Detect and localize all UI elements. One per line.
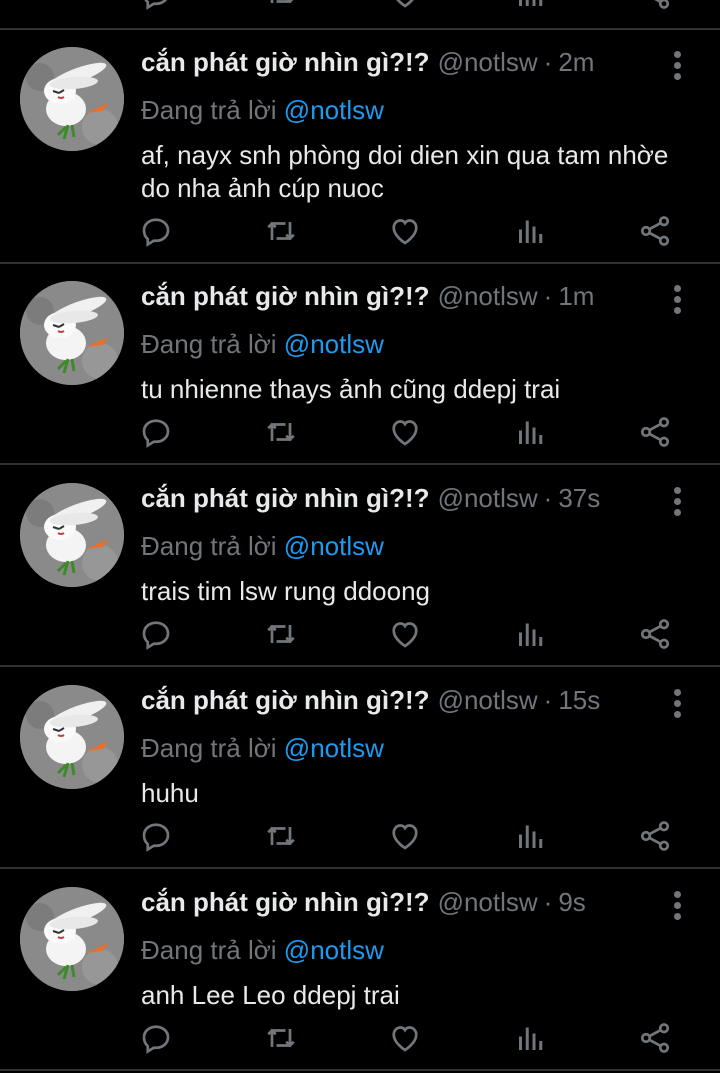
handle[interactable]: @notlsw (438, 887, 538, 918)
separator: · (543, 281, 553, 311)
share-icon[interactable] (637, 616, 673, 652)
timestamp[interactable]: 37s (558, 483, 600, 514)
reply-icon[interactable] (138, 1020, 174, 1056)
timestamp[interactable]: 15s (558, 685, 600, 716)
separator: · (543, 685, 553, 715)
views-icon[interactable] (513, 616, 549, 652)
more-options-icon[interactable] (668, 689, 688, 723)
reply-label: Đang trả lời (141, 733, 277, 763)
replying-to: Đang trả lời @notlsw (141, 733, 384, 764)
tweet-header: cắn phát giờ nhìn gì?!? @notlsw · 1m (141, 281, 594, 315)
tweet[interactable]: cắn phát giờ nhìn gì?!? @notlsw · 37s Đa… (0, 465, 720, 665)
avatar[interactable] (20, 887, 124, 991)
tweet[interactable]: cắn phát giờ nhìn gì?!? @notlsw · 15s Đa… (0, 667, 720, 867)
avatar[interactable] (20, 47, 124, 151)
timestamp[interactable]: 2m (558, 47, 594, 78)
reply-to-handle[interactable]: @notlsw (284, 531, 384, 561)
more-options-icon[interactable] (668, 487, 688, 521)
divider (0, 1069, 720, 1071)
like-icon[interactable] (387, 1020, 423, 1056)
handle[interactable]: @notlsw (438, 685, 538, 716)
display-name[interactable]: cắn phát giờ nhìn gì?!? (141, 887, 430, 918)
reply-icon[interactable] (138, 414, 174, 450)
separator: · (543, 887, 553, 917)
tweet[interactable]: cắn phát giờ nhìn gì?!? @notlsw · 1m Đan… (0, 263, 720, 463)
separator: · (543, 483, 553, 513)
avatar[interactable] (20, 685, 124, 789)
tweet-header: cắn phát giờ nhìn gì?!? @notlsw · 37s (141, 483, 600, 517)
tweet[interactable]: cắn phát giờ nhìn gì?!? @notlsw · 9s Đan… (0, 869, 720, 1069)
share-icon[interactable] (637, 213, 673, 249)
retweet-icon[interactable] (263, 616, 299, 652)
reply-label: Đang trả lời (141, 95, 277, 125)
tweet-text: trais tim lsw rung ddoong (141, 576, 431, 606)
like-icon[interactable] (387, 616, 423, 652)
reply-to-handle[interactable]: @notlsw (284, 329, 384, 359)
timeline-feed: cắn phát giờ nhìn gì?!? @notlsw · 2m Đan… (0, 0, 720, 1073)
like-icon[interactable] (387, 414, 423, 450)
reply-to-handle[interactable]: @notlsw (284, 733, 384, 763)
tweet-text: huhu (141, 778, 199, 808)
display-name[interactable]: cắn phát giờ nhìn gì?!? (141, 685, 430, 716)
more-options-icon[interactable] (668, 51, 688, 85)
tweet-text: tu nhienne thays ảnh cũng ddepj trai (141, 374, 561, 404)
retweet-icon[interactable] (263, 1020, 299, 1056)
reply-label: Đang trả lời (141, 329, 277, 359)
timestamp[interactable]: 9s (558, 887, 585, 918)
like-icon[interactable] (387, 213, 423, 249)
tweet-actions (0, 414, 720, 454)
like-icon[interactable] (387, 0, 423, 12)
tweet-text: anh Lee Leo ddepj trai (141, 980, 400, 1010)
retweet-icon[interactable] (263, 213, 299, 249)
timestamp[interactable]: 1m (558, 281, 594, 312)
replying-to: Đang trả lời @notlsw (141, 935, 384, 966)
views-icon[interactable] (513, 1020, 549, 1056)
tweet-text: af, nayx snh phòng doi dien xin qua tam … (141, 140, 669, 203)
separator: · (543, 47, 553, 77)
like-icon[interactable] (387, 818, 423, 854)
share-icon[interactable] (637, 1020, 673, 1056)
reply-label: Đang trả lời (141, 935, 277, 965)
tweet-actions (0, 818, 720, 858)
display-name[interactable]: cắn phát giờ nhìn gì?!? (141, 483, 430, 514)
share-icon[interactable] (637, 818, 673, 854)
retweet-icon[interactable] (263, 818, 299, 854)
avatar[interactable] (20, 281, 124, 385)
reply-icon[interactable] (138, 818, 174, 854)
tweet-actions (0, 213, 720, 253)
views-icon[interactable] (513, 0, 549, 12)
tweet-header: cắn phát giờ nhìn gì?!? @notlsw · 2m (141, 47, 594, 81)
tweet[interactable]: cắn phát giờ nhìn gì?!? @notlsw · 2m Đan… (0, 29, 720, 247)
avatar[interactable] (20, 483, 124, 587)
reply-icon[interactable] (138, 213, 174, 249)
share-icon[interactable] (637, 414, 673, 450)
tweet-actions (0, 616, 720, 656)
handle[interactable]: @notlsw (438, 483, 538, 514)
share-icon[interactable] (637, 0, 673, 12)
reply-label: Đang trả lời (141, 531, 277, 561)
reply-to-handle[interactable]: @notlsw (284, 95, 384, 125)
handle[interactable]: @notlsw (438, 281, 538, 312)
more-options-icon[interactable] (668, 891, 688, 925)
replying-to: Đang trả lời @notlsw (141, 95, 384, 126)
replying-to: Đang trả lời @notlsw (141, 531, 384, 562)
tweet-header: cắn phát giờ nhìn gì?!? @notlsw · 9s (141, 887, 586, 921)
previous-tweet-actions (0, 0, 720, 16)
views-icon[interactable] (513, 414, 549, 450)
views-icon[interactable] (513, 213, 549, 249)
more-options-icon[interactable] (668, 285, 688, 319)
retweet-icon[interactable] (263, 0, 299, 12)
reply-icon[interactable] (138, 616, 174, 652)
replying-to: Đang trả lời @notlsw (141, 329, 384, 360)
tweet-header: cắn phát giờ nhìn gì?!? @notlsw · 15s (141, 685, 600, 719)
reply-icon[interactable] (138, 0, 174, 12)
retweet-icon[interactable] (263, 414, 299, 450)
display-name[interactable]: cắn phát giờ nhìn gì?!? (141, 47, 430, 78)
handle[interactable]: @notlsw (438, 47, 538, 78)
reply-to-handle[interactable]: @notlsw (284, 935, 384, 965)
views-icon[interactable] (513, 818, 549, 854)
display-name[interactable]: cắn phát giờ nhìn gì?!? (141, 281, 430, 312)
tweet-actions (0, 1020, 720, 1060)
